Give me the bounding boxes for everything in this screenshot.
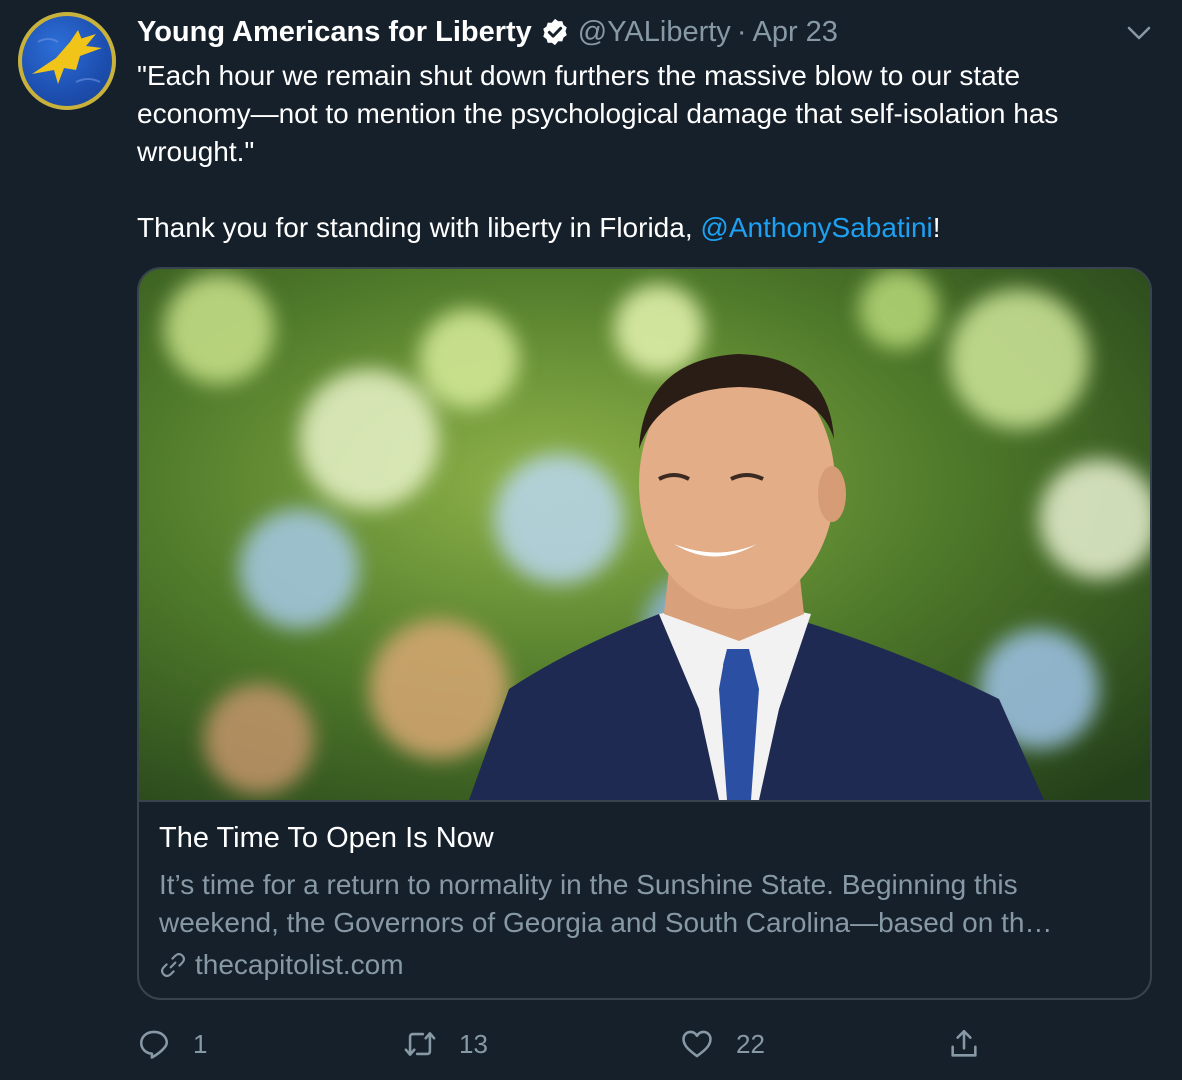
chevron-down-icon[interactable] [1124, 18, 1154, 48]
tweet-thanks-suffix: ! [932, 212, 941, 243]
reply-button[interactable]: 1 [137, 1024, 207, 1064]
tweet-header: Young Americans for Liberty @YALiberty ·… [137, 12, 838, 52]
card-photo [139, 269, 1150, 800]
card-description: It’s time for a return to normality in t… [159, 869, 1053, 938]
retweet-button[interactable]: 13 [403, 1024, 488, 1064]
mention-link[interactable]: @AnthonySabatini [700, 212, 932, 243]
tweet-quote-text: "Each hour we remain shut down furthers … [137, 60, 1059, 167]
display-name[interactable]: Young Americans for Liberty [137, 16, 532, 49]
separator: · [736, 15, 747, 48]
link-card[interactable]: The Time To Open Is Now It’s time for a … [137, 267, 1152, 1000]
reply-icon [139, 1030, 169, 1059]
reply-count: 1 [193, 1028, 208, 1059]
like-icon [682, 1030, 712, 1058]
verified-badge-icon [543, 18, 567, 46]
link-icon [161, 953, 185, 977]
tweet-actions: 1 13 22 [137, 1024, 1152, 1064]
card-body[interactable]: The Time To Open Is Now It’s time for a … [139, 800, 1150, 998]
eagle-logo-icon [32, 30, 102, 84]
tweet-text: "Each hour we remain shut down furthers … [137, 57, 1137, 247]
tweet-thanks-prefix: Thank you for standing with liberty in F… [137, 212, 701, 243]
tweet-thanks-text: Thank you for standing with liberty in F… [137, 209, 1137, 247]
share-button[interactable] [947, 1024, 1003, 1064]
card-domain-text: thecapitolist.com [195, 949, 404, 980]
user-handle[interactable]: @YALiberty [578, 16, 731, 49]
tweet-date[interactable]: Apr 23 [752, 16, 837, 49]
card-domain[interactable]: thecapitolist.com [159, 948, 404, 982]
retweet-icon [404, 1032, 436, 1056]
like-count: 22 [736, 1028, 765, 1059]
avatar[interactable] [18, 12, 116, 110]
share-icon [951, 1029, 977, 1057]
card-image[interactable] [139, 269, 1150, 800]
retweet-count: 13 [459, 1028, 488, 1059]
card-title[interactable]: The Time To Open Is Now [159, 822, 494, 855]
like-button[interactable]: 22 [680, 1024, 765, 1064]
